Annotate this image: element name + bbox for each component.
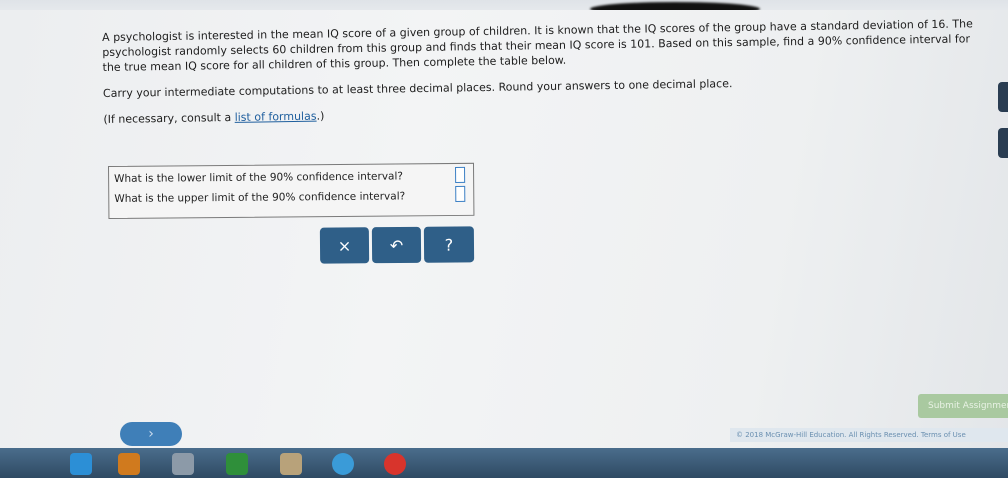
submit-assignment-button[interactable]: Submit Assignment xyxy=(918,394,1008,418)
taskbar-app-icon[interactable] xyxy=(172,453,194,475)
lower-limit-label: What is the lower limit of the 90% confi… xyxy=(114,170,403,185)
next-arrow-icon: › xyxy=(148,426,154,442)
clear-button[interactable]: × xyxy=(319,227,370,264)
help-button[interactable]: ? xyxy=(423,226,475,263)
upper-limit-input[interactable] xyxy=(455,185,466,202)
copyright-footer: © 2018 McGraw-Hill Education. All Rights… xyxy=(730,428,1008,442)
side-tab-bottom[interactable] xyxy=(998,128,1008,158)
taskbar-app-icon[interactable] xyxy=(118,453,140,475)
undo-button[interactable]: ↶ xyxy=(371,226,422,264)
taskbar-app-icon[interactable] xyxy=(384,453,406,475)
upper-limit-label: What is the upper limit of the 90% confi… xyxy=(114,190,406,205)
taskbar-app-icon[interactable] xyxy=(226,453,248,475)
rounding-instructions: Carry your intermediate computations to … xyxy=(102,77,733,100)
lower-limit-input[interactable] xyxy=(455,166,466,183)
browser-screen: A psychologist is interested in the mean… xyxy=(0,10,1008,450)
taskbar xyxy=(0,448,1008,478)
side-tab-top[interactable] xyxy=(998,82,1008,112)
taskbar-app-icon[interactable] xyxy=(70,453,92,475)
formulas-link[interactable]: list of formulas xyxy=(235,110,317,124)
formulas-note: (If necessary, consult a list of formula… xyxy=(103,109,325,126)
question-text: A psychologist is interested in the mean… xyxy=(102,16,984,138)
taskbar-app-icon[interactable] xyxy=(280,453,302,475)
next-button[interactable]: › xyxy=(120,422,182,446)
answer-table: What is the lower limit of the 90% confi… xyxy=(108,162,475,219)
taskbar-app-icon[interactable] xyxy=(332,453,354,475)
problem-statement: A psychologist is interested in the mean… xyxy=(102,17,973,74)
answer-toolbar: × ↶ ? xyxy=(319,226,475,264)
